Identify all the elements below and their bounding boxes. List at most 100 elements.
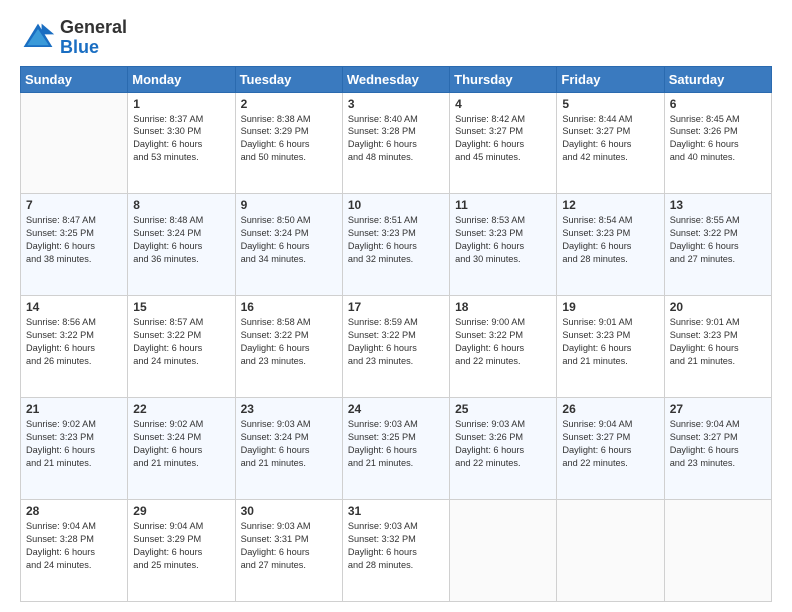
- day-number: 21: [26, 402, 122, 416]
- logo: General Blue: [20, 18, 127, 58]
- calendar-cell: 17 Sunrise: 8:59 AM Sunset: 3:22 PM Dayli…: [342, 296, 449, 398]
- col-header-saturday: Saturday: [664, 66, 771, 92]
- day-info: Sunrise: 8:38 AM Sunset: 3:29 PM Dayligh…: [241, 113, 337, 165]
- logo-text-blue: Blue: [60, 38, 127, 58]
- day-number: 30: [241, 504, 337, 518]
- calendar-week-row: 28 Sunrise: 9:04 AM Sunset: 3:28 PM Dayli…: [21, 500, 772, 602]
- day-info: Sunrise: 8:59 AM Sunset: 3:22 PM Dayligh…: [348, 316, 444, 368]
- day-info: Sunrise: 8:44 AM Sunset: 3:27 PM Dayligh…: [562, 113, 658, 165]
- day-number: 22: [133, 402, 229, 416]
- calendar-cell: 2 Sunrise: 8:38 AM Sunset: 3:29 PM Daylig…: [235, 92, 342, 194]
- day-number: 13: [670, 198, 766, 212]
- day-info: Sunrise: 8:48 AM Sunset: 3:24 PM Dayligh…: [133, 214, 229, 266]
- day-info: Sunrise: 9:03 AM Sunset: 3:32 PM Dayligh…: [348, 520, 444, 572]
- day-number: 23: [241, 402, 337, 416]
- calendar-cell: 10 Sunrise: 8:51 AM Sunset: 3:23 PM Dayli…: [342, 194, 449, 296]
- calendar-cell: 8 Sunrise: 8:48 AM Sunset: 3:24 PM Daylig…: [128, 194, 235, 296]
- day-info: Sunrise: 9:03 AM Sunset: 3:31 PM Dayligh…: [241, 520, 337, 572]
- calendar-table: SundayMondayTuesdayWednesdayThursdayFrid…: [20, 66, 772, 602]
- day-info: Sunrise: 9:01 AM Sunset: 3:23 PM Dayligh…: [670, 316, 766, 368]
- col-header-friday: Friday: [557, 66, 664, 92]
- day-number: 8: [133, 198, 229, 212]
- calendar-cell: 3 Sunrise: 8:40 AM Sunset: 3:28 PM Daylig…: [342, 92, 449, 194]
- day-info: Sunrise: 9:04 AM Sunset: 3:27 PM Dayligh…: [670, 418, 766, 470]
- calendar-cell: 23 Sunrise: 9:03 AM Sunset: 3:24 PM Dayli…: [235, 398, 342, 500]
- header: General Blue: [20, 18, 772, 58]
- calendar-cell: 25 Sunrise: 9:03 AM Sunset: 3:26 PM Dayli…: [450, 398, 557, 500]
- day-number: 17: [348, 300, 444, 314]
- calendar-cell: 21 Sunrise: 9:02 AM Sunset: 3:23 PM Dayli…: [21, 398, 128, 500]
- calendar-cell: 30 Sunrise: 9:03 AM Sunset: 3:31 PM Dayli…: [235, 500, 342, 602]
- calendar-cell: [557, 500, 664, 602]
- day-info: Sunrise: 9:03 AM Sunset: 3:25 PM Dayligh…: [348, 418, 444, 470]
- logo-icon: [20, 20, 56, 56]
- calendar-cell: [21, 92, 128, 194]
- day-number: 28: [26, 504, 122, 518]
- calendar-cell: 28 Sunrise: 9:04 AM Sunset: 3:28 PM Dayli…: [21, 500, 128, 602]
- day-number: 24: [348, 402, 444, 416]
- day-number: 27: [670, 402, 766, 416]
- day-info: Sunrise: 9:03 AM Sunset: 3:24 PM Dayligh…: [241, 418, 337, 470]
- day-number: 16: [241, 300, 337, 314]
- calendar-cell: 12 Sunrise: 8:54 AM Sunset: 3:23 PM Dayli…: [557, 194, 664, 296]
- day-info: Sunrise: 8:55 AM Sunset: 3:22 PM Dayligh…: [670, 214, 766, 266]
- logo-text-general: General: [60, 18, 127, 38]
- col-header-thursday: Thursday: [450, 66, 557, 92]
- calendar-cell: 4 Sunrise: 8:42 AM Sunset: 3:27 PM Daylig…: [450, 92, 557, 194]
- page: General Blue SundayMondayTuesdayWednesda…: [0, 0, 792, 612]
- day-info: Sunrise: 8:37 AM Sunset: 3:30 PM Dayligh…: [133, 113, 229, 165]
- day-number: 5: [562, 97, 658, 111]
- day-info: Sunrise: 9:01 AM Sunset: 3:23 PM Dayligh…: [562, 316, 658, 368]
- calendar-cell: 20 Sunrise: 9:01 AM Sunset: 3:23 PM Dayli…: [664, 296, 771, 398]
- col-header-wednesday: Wednesday: [342, 66, 449, 92]
- day-info: Sunrise: 8:47 AM Sunset: 3:25 PM Dayligh…: [26, 214, 122, 266]
- col-header-monday: Monday: [128, 66, 235, 92]
- day-info: Sunrise: 9:03 AM Sunset: 3:26 PM Dayligh…: [455, 418, 551, 470]
- calendar-week-row: 7 Sunrise: 8:47 AM Sunset: 3:25 PM Daylig…: [21, 194, 772, 296]
- day-number: 26: [562, 402, 658, 416]
- calendar-cell: 24 Sunrise: 9:03 AM Sunset: 3:25 PM Dayli…: [342, 398, 449, 500]
- day-number: 7: [26, 198, 122, 212]
- day-info: Sunrise: 8:40 AM Sunset: 3:28 PM Dayligh…: [348, 113, 444, 165]
- day-number: 29: [133, 504, 229, 518]
- day-number: 20: [670, 300, 766, 314]
- calendar-cell: 27 Sunrise: 9:04 AM Sunset: 3:27 PM Dayli…: [664, 398, 771, 500]
- day-info: Sunrise: 9:00 AM Sunset: 3:22 PM Dayligh…: [455, 316, 551, 368]
- day-number: 3: [348, 97, 444, 111]
- calendar-cell: 16Sunrise: 8:58 AM Sunset: 3:22 PM Dayli…: [235, 296, 342, 398]
- calendar-cell: [664, 500, 771, 602]
- calendar-cell: 29 Sunrise: 9:04 AM Sunset: 3:29 PM Dayli…: [128, 500, 235, 602]
- calendar-cell: 9Sunrise: 8:50 AM Sunset: 3:24 PM Daylig…: [235, 194, 342, 296]
- day-info: Sunrise: 9:02 AM Sunset: 3:24 PM Dayligh…: [133, 418, 229, 470]
- col-header-tuesday: Tuesday: [235, 66, 342, 92]
- day-number: 18: [455, 300, 551, 314]
- day-number: 12: [562, 198, 658, 212]
- calendar-week-row: 1Sunrise: 8:37 AM Sunset: 3:30 PM Daylig…: [21, 92, 772, 194]
- calendar-week-row: 21 Sunrise: 9:02 AM Sunset: 3:23 PM Dayli…: [21, 398, 772, 500]
- col-header-sunday: Sunday: [21, 66, 128, 92]
- day-info: Sunrise: 8:51 AM Sunset: 3:23 PM Dayligh…: [348, 214, 444, 266]
- day-number: 10: [348, 198, 444, 212]
- calendar-cell: 22 Sunrise: 9:02 AM Sunset: 3:24 PM Dayli…: [128, 398, 235, 500]
- calendar-cell: 1Sunrise: 8:37 AM Sunset: 3:30 PM Daylig…: [128, 92, 235, 194]
- calendar-cell: 6Sunrise: 8:45 AM Sunset: 3:26 PM Daylig…: [664, 92, 771, 194]
- calendar-cell: [450, 500, 557, 602]
- day-number: 2: [241, 97, 337, 111]
- day-info: Sunrise: 8:50 AM Sunset: 3:24 PM Dayligh…: [241, 214, 337, 266]
- calendar-cell: 15Sunrise: 8:57 AM Sunset: 3:22 PM Dayli…: [128, 296, 235, 398]
- day-info: Sunrise: 9:04 AM Sunset: 3:28 PM Dayligh…: [26, 520, 122, 572]
- day-number: 25: [455, 402, 551, 416]
- day-info: Sunrise: 8:42 AM Sunset: 3:27 PM Dayligh…: [455, 113, 551, 165]
- day-info: Sunrise: 9:04 AM Sunset: 3:29 PM Dayligh…: [133, 520, 229, 572]
- day-number: 4: [455, 97, 551, 111]
- calendar-header-row: SundayMondayTuesdayWednesdayThursdayFrid…: [21, 66, 772, 92]
- day-number: 6: [670, 97, 766, 111]
- calendar-cell: 31 Sunrise: 9:03 AM Sunset: 3:32 PM Dayli…: [342, 500, 449, 602]
- day-info: Sunrise: 9:02 AM Sunset: 3:23 PM Dayligh…: [26, 418, 122, 470]
- day-info: Sunrise: 9:04 AM Sunset: 3:27 PM Dayligh…: [562, 418, 658, 470]
- day-number: 14: [26, 300, 122, 314]
- day-info: Sunrise: 8:54 AM Sunset: 3:23 PM Dayligh…: [562, 214, 658, 266]
- calendar-cell: 13 Sunrise: 8:55 AM Sunset: 3:22 PM Dayli…: [664, 194, 771, 296]
- day-info: Sunrise: 8:53 AM Sunset: 3:23 PM Dayligh…: [455, 214, 551, 266]
- day-number: 31: [348, 504, 444, 518]
